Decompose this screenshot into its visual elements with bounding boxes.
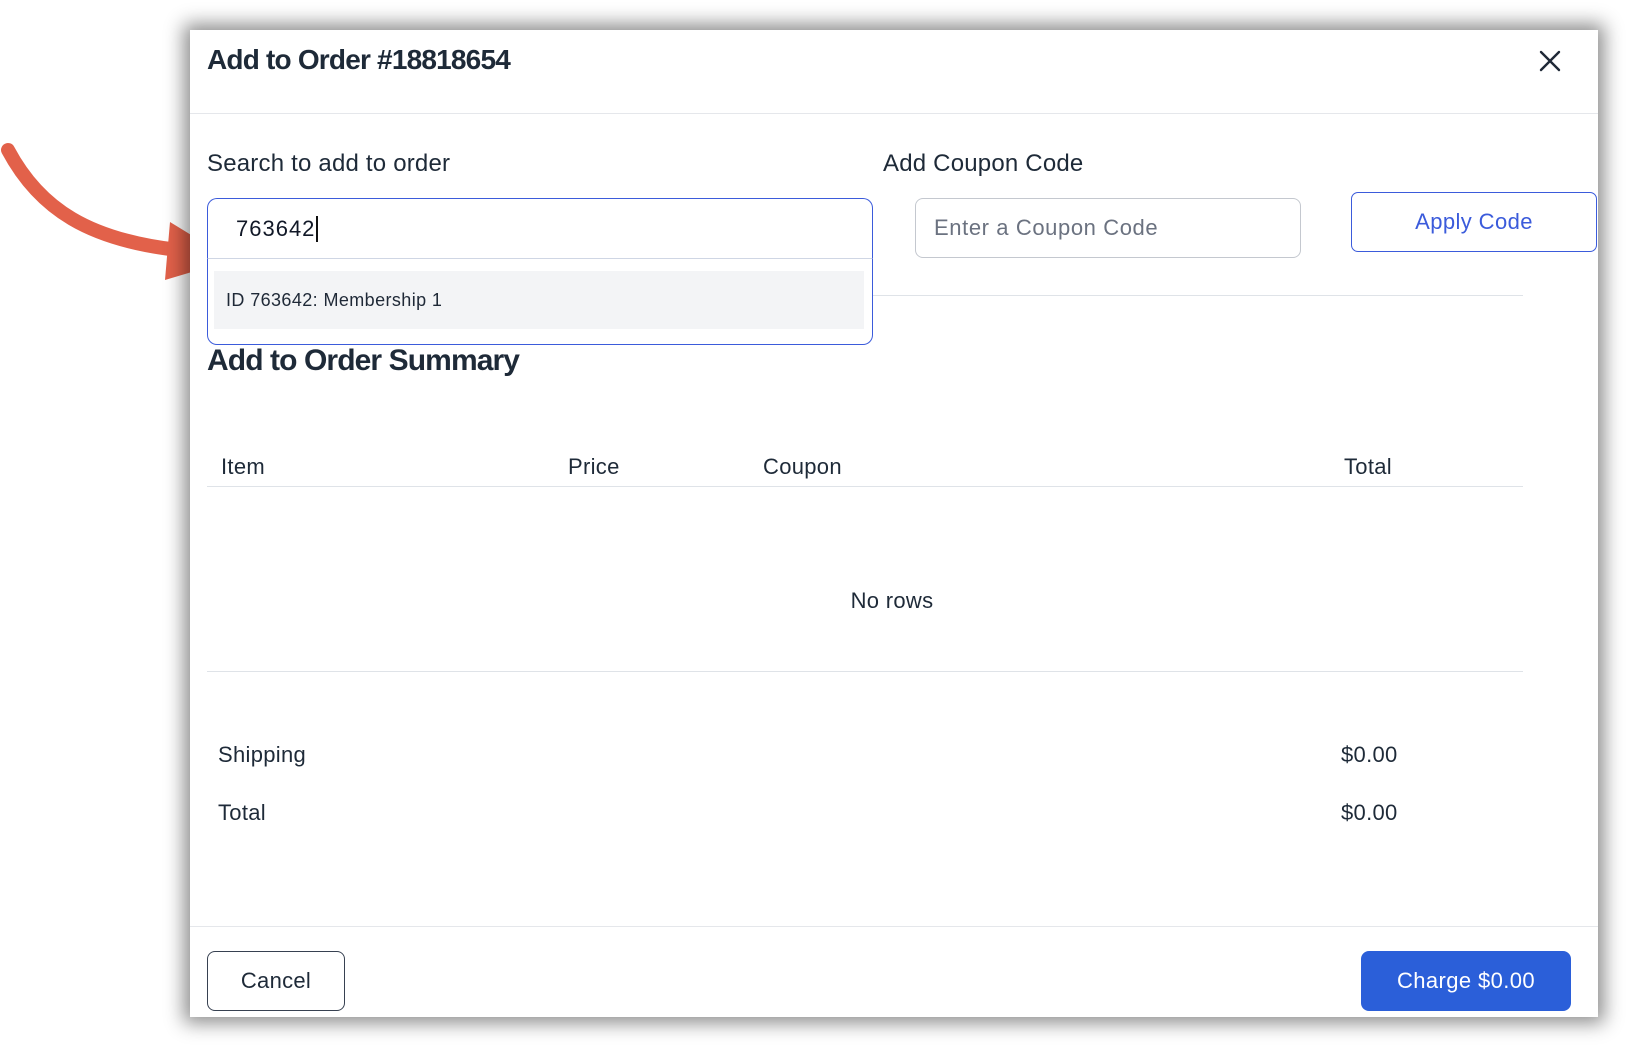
column-header-total: Total	[1344, 454, 1392, 479]
close-button[interactable]	[1533, 44, 1567, 78]
column-header-price: Price	[568, 454, 620, 479]
shipping-value: $0.00	[1341, 742, 1398, 767]
table-header-divider	[207, 486, 1523, 487]
column-header-coupon: Coupon	[763, 454, 842, 479]
search-label: Search to add to order	[207, 150, 451, 177]
modal-header: Add to Order #18818654	[190, 30, 1598, 114]
total-label: Total	[218, 800, 266, 825]
empty-table-message: No rows	[850, 588, 934, 613]
text-caret	[316, 215, 319, 242]
section-divider	[873, 295, 1523, 296]
search-input[interactable]: 763642	[207, 198, 873, 259]
search-result-option[interactable]: ID 763642: Membership 1	[214, 271, 864, 329]
apply-code-button[interactable]: Apply Code	[1351, 192, 1597, 252]
coupon-label: Add Coupon Code	[883, 150, 1084, 177]
close-icon	[1539, 50, 1561, 72]
cancel-button[interactable]: Cancel	[207, 951, 345, 1011]
summary-title: Add to Order Summary	[207, 344, 520, 377]
total-value: $0.00	[1341, 800, 1398, 825]
table-bottom-divider	[207, 671, 1523, 672]
modal-footer: Cancel Charge $0.00	[190, 926, 1598, 1017]
search-results-dropdown: ID 763642: Membership 1	[207, 259, 873, 345]
column-header-item: Item	[221, 454, 265, 479]
shipping-label: Shipping	[218, 742, 307, 767]
coupon-code-input[interactable]	[915, 198, 1301, 258]
stage: Add to Order #18818654 Search to add to …	[0, 0, 1628, 1046]
add-to-order-modal: Add to Order #18818654 Search to add to …	[190, 30, 1598, 1017]
search-input-value: 763642	[236, 215, 316, 241]
charge-button[interactable]: Charge $0.00	[1361, 951, 1571, 1011]
modal-title: Add to Order #18818654	[207, 44, 511, 75]
